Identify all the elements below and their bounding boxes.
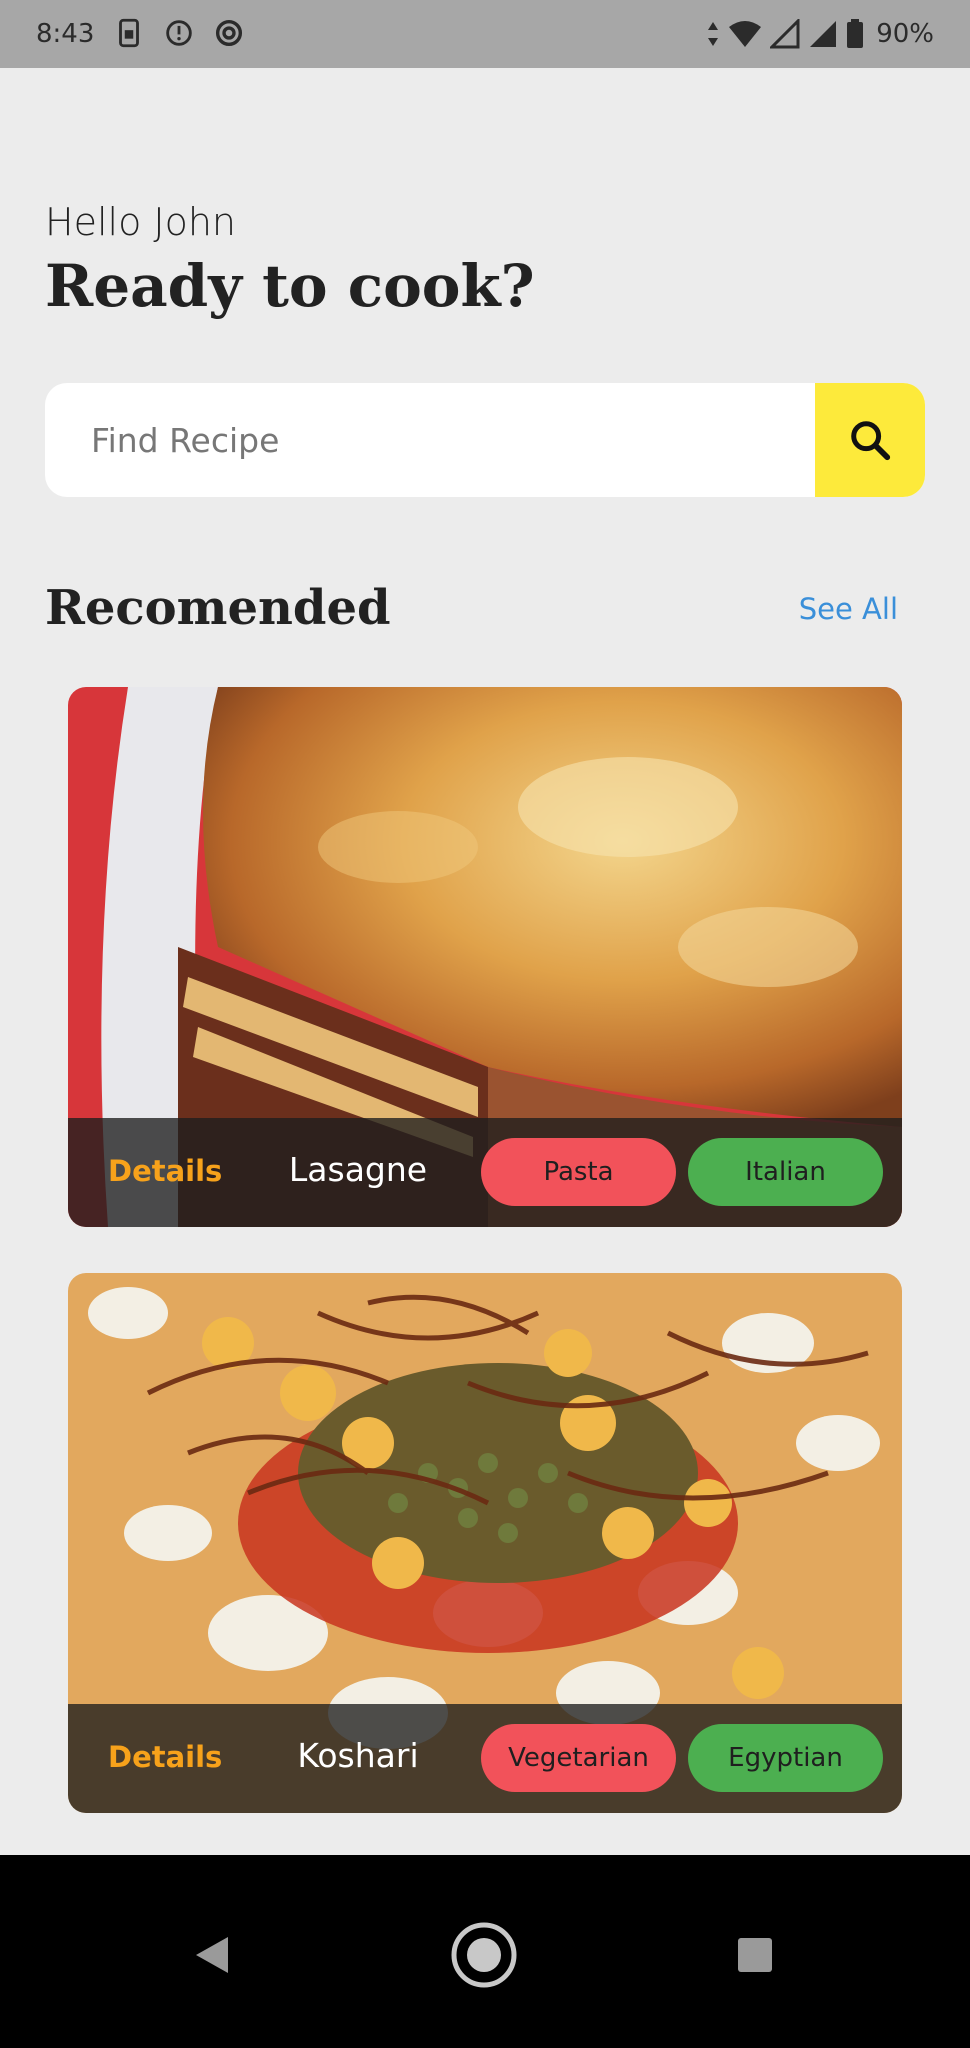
home-icon [451, 1922, 517, 1988]
search-icon [851, 421, 891, 461]
back-icon [196, 1937, 228, 1973]
recipe-name: Lasagne [288, 1150, 428, 1189]
details-link[interactable]: Details [108, 1740, 222, 1774]
tag-chip[interactable]: Italian [688, 1138, 883, 1206]
signal-icon [810, 21, 837, 47]
at-sign-icon [215, 19, 243, 47]
card-info-bar: Details Lasagne Pasta Italian [68, 1118, 902, 1227]
data-arrows-icon [708, 22, 719, 46]
home-button[interactable] [444, 1915, 524, 1995]
search-button[interactable] [815, 383, 925, 497]
wifi-icon [729, 21, 762, 47]
tag-chip[interactable]: Egyptian [688, 1724, 883, 1792]
data-saver-icon [166, 20, 192, 46]
greeting-text: Hello John [45, 200, 237, 244]
page-title: Ready to cook? [45, 252, 535, 320]
signal-icon [770, 19, 800, 49]
recents-button[interactable] [715, 1915, 795, 1995]
tag-chip[interactable]: Pasta [481, 1138, 676, 1206]
card-info-bar: Details Koshari Vegetarian Egyptian [68, 1704, 902, 1813]
sim-card-icon [119, 18, 139, 48]
status-bar: 8:43 90% [0, 0, 970, 68]
recipe-name: Koshari [297, 1736, 419, 1775]
recipe-card[interactable]: Details Koshari Vegetarian Egyptian [68, 1273, 902, 1813]
recents-icon [738, 1938, 772, 1972]
details-link[interactable]: Details [108, 1154, 222, 1188]
status-right: 90% [706, 16, 934, 52]
battery-percent: 90% [876, 19, 934, 49]
see-all-link[interactable]: See All [799, 592, 898, 626]
recipe-card[interactable]: Details Lasagne Pasta Italian [68, 687, 902, 1227]
section-title: Recomended [45, 580, 391, 636]
navigation-bar [0, 1855, 970, 2048]
status-time: 8:43 [36, 19, 95, 49]
battery-icon [847, 19, 864, 48]
tag-chip[interactable]: Vegetarian [481, 1724, 676, 1792]
back-button[interactable] [172, 1915, 252, 1995]
search-input[interactable] [45, 383, 815, 497]
search-bar [45, 383, 925, 497]
